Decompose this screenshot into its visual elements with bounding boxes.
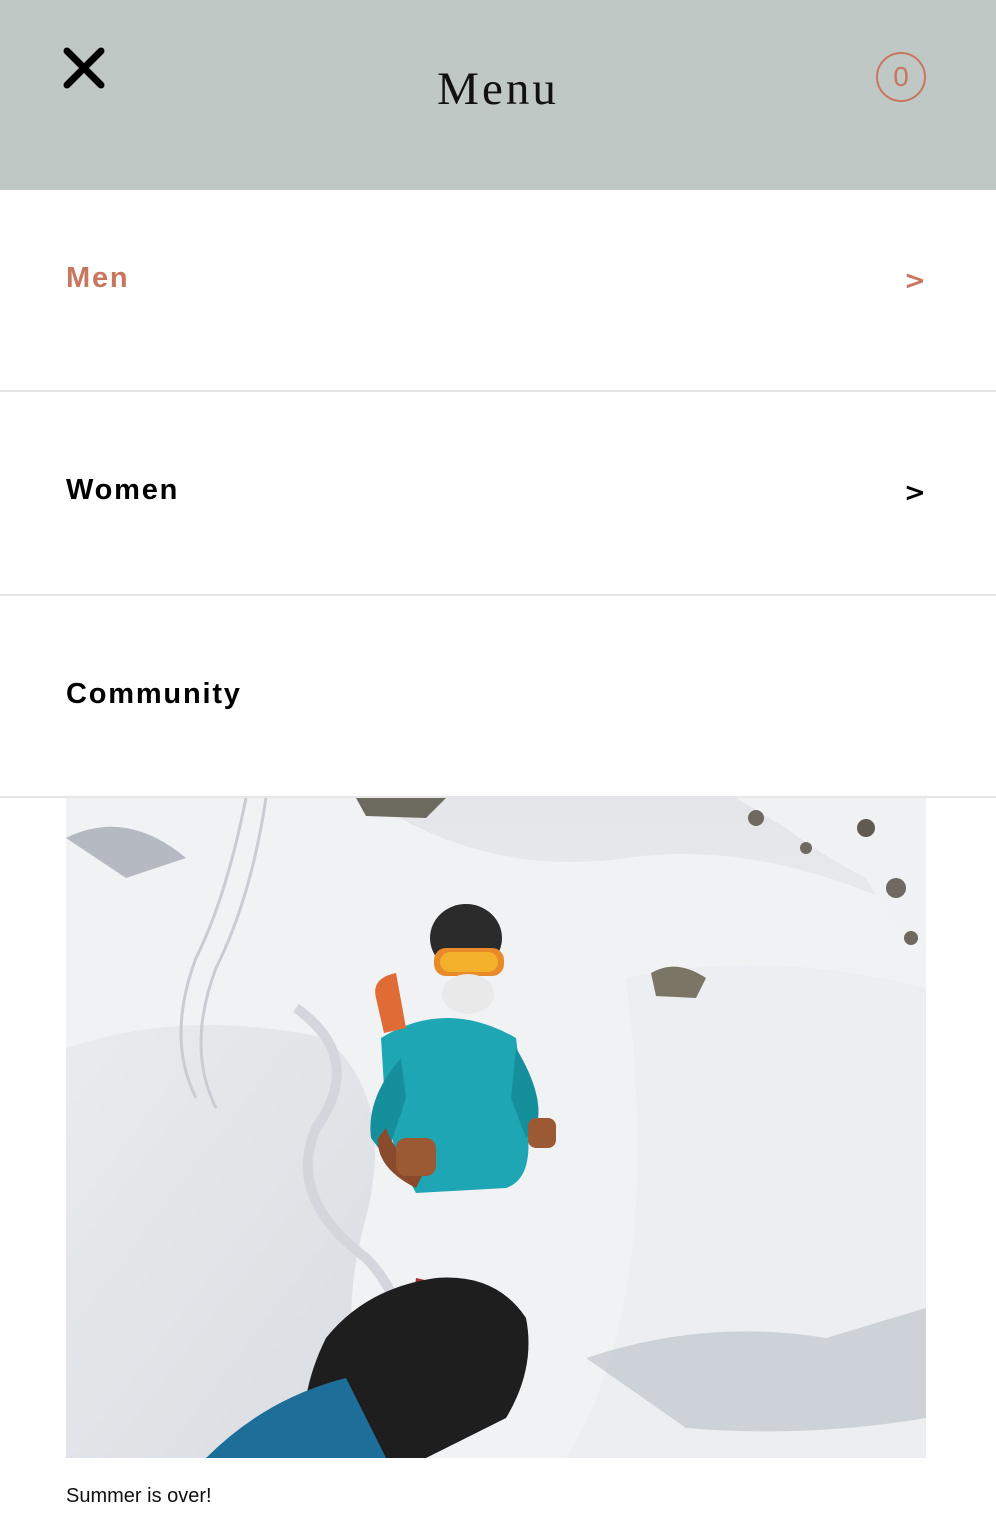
- promo-caption[interactable]: Summer is over!: [66, 1485, 212, 1508]
- nav-item-community[interactable]: Community: [0, 596, 996, 798]
- nav-item-label: Men: [66, 262, 130, 294]
- nav-item-women[interactable]: Women >: [0, 392, 996, 596]
- promo-image[interactable]: [66, 798, 926, 1458]
- nav-item-label: Women: [66, 474, 180, 506]
- chevron-right-icon: >: [904, 478, 926, 508]
- menu-header: Menu 0: [0, 0, 996, 190]
- snowboarder-photo: [66, 798, 926, 1458]
- nav-item-label: Community: [66, 678, 242, 710]
- cart-count-badge[interactable]: 0: [876, 52, 926, 102]
- page-title: Menu: [437, 63, 559, 115]
- chevron-right-icon: >: [904, 266, 926, 296]
- nav-item-men[interactable]: Men >: [0, 190, 996, 392]
